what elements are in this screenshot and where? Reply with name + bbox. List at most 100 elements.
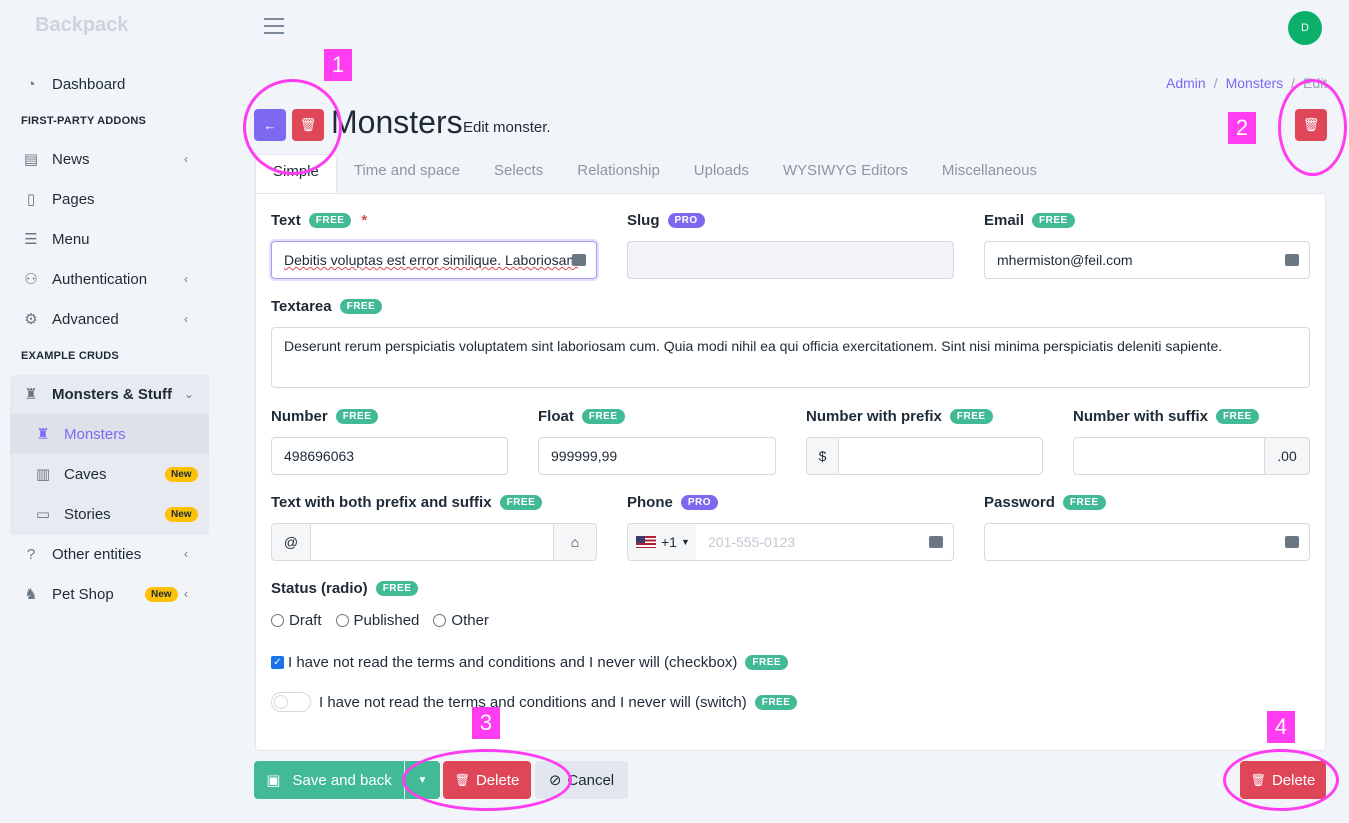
sidebar-item-label: Pages (52, 190, 95, 208)
both-label: Text with both prefix and suffix FREE (271, 494, 543, 511)
required-marker: * (361, 212, 368, 229)
annotation-number-1: 1 (324, 49, 352, 81)
page-title: Monsters (331, 104, 463, 140)
tab-relationship[interactable]: Relationship (560, 154, 677, 192)
keyboard-icon (929, 536, 943, 548)
sidebar-item-label: Other entities (52, 545, 142, 563)
chevron-left-icon: ‹ (184, 587, 188, 601)
pro-badge: PRO (667, 213, 705, 228)
tab-time-and-space[interactable]: Time and space (337, 154, 477, 192)
free-badge: FREE (375, 581, 419, 596)
breadcrumb-monsters[interactable]: Monsters (1226, 75, 1284, 91)
dashboard-icon: ◔ (26, 75, 36, 93)
sidebar-item-dashboard[interactable]: ◔ Dashboard (0, 64, 209, 104)
tab-wysiwyg-editors[interactable]: WYSIWYG Editors (766, 154, 925, 192)
sidebar-item-caves[interactable]: ▥ Caves New (0, 454, 209, 494)
sidebar-item-advanced[interactable]: ⚙ Advanced ‹ (0, 299, 209, 339)
chevron-left-icon: ‹ (184, 312, 188, 326)
status-radio-group: Draft Published Other (271, 612, 489, 629)
email-input[interactable]: mhermiston@feil.com (984, 241, 1310, 279)
slug-input[interactable] (627, 241, 954, 279)
sidebar-item-menu[interactable]: ☰ Menu (0, 219, 209, 259)
dog-icon: ♞ (24, 586, 38, 603)
building-icon: ▥ (35, 466, 51, 483)
new-badge: New (165, 466, 198, 482)
radio-published[interactable]: Published (335, 612, 419, 629)
page-subtitle: Edit monster. (463, 119, 551, 136)
number-input[interactable]: 498696063 (271, 437, 508, 475)
annotation-circle-3 (402, 749, 572, 811)
us-flag-icon (636, 536, 656, 548)
sidebar-item-monsters[interactable]: ♜ Monsters (10, 414, 209, 454)
sidebar-item-pet-shop[interactable]: ♞ Pet Shop New ‹ (0, 574, 209, 614)
hamburger-menu-icon[interactable] (264, 18, 284, 36)
breadcrumb-separator: / (1213, 75, 1218, 91)
number-prefix-input[interactable] (838, 437, 1043, 475)
suffix-addon: .00 (1264, 437, 1310, 475)
sidebar-item-label: Dashboard (52, 75, 126, 93)
sidebar-item-label: Stories (64, 505, 111, 523)
sidebar-item-news[interactable]: ▤ News ‹ (0, 139, 209, 179)
terms-switch-row: I have not read the terms and conditions… (271, 692, 798, 712)
chevron-left-icon: ‹ (184, 547, 188, 561)
free-badge: FREE (754, 694, 798, 710)
home-icon: ⌂ (553, 523, 597, 561)
sidebar-item-label: Monsters & Stuff (52, 385, 172, 403)
free-badge: FREE (1216, 409, 1259, 424)
free-badge: FREE (1032, 213, 1075, 228)
avatar[interactable]: D (1288, 11, 1322, 45)
tab-uploads[interactable]: Uploads (677, 154, 766, 192)
sidebar-item-label: News (52, 150, 90, 168)
tab-selects[interactable]: Selects (477, 154, 560, 192)
sidebar-item-label: Pet Shop (52, 585, 114, 603)
phone-input[interactable]: 201-555-0123 (696, 523, 954, 561)
terms-switch[interactable] (271, 692, 311, 712)
country-select[interactable]: +1 ▼ (627, 523, 697, 561)
number-label: Number FREE (271, 408, 379, 425)
number-suffix-label: Number with suffix FREE (1073, 408, 1259, 425)
users-icon: ⚇ (24, 271, 38, 288)
sidebar-item-authentication[interactable]: ⚇ Authentication ‹ (0, 259, 209, 299)
sidebar-item-label: Caves (64, 465, 107, 483)
keyboard-icon (572, 254, 586, 266)
password-input[interactable] (984, 523, 1310, 561)
file-icon: ▯ (26, 191, 36, 208)
annotation-number-3: 3 (472, 707, 500, 739)
keyboard-icon (1285, 536, 1299, 548)
float-label: Float FREE (538, 408, 625, 425)
free-badge: FREE (949, 409, 993, 424)
brand-logo[interactable]: Backpack (35, 14, 128, 37)
ghost-icon: ♜ (24, 386, 38, 403)
textarea-input[interactable]: Deserunt rerum perspiciatis voluptatem s… (271, 327, 1310, 388)
annotation-circle-2 (1278, 79, 1347, 176)
sidebar-heading-addons: FIRST-PARTY ADDONS (21, 115, 147, 127)
sidebar-item-other-entities[interactable]: ? Other entities ‹ (0, 534, 209, 574)
text-input[interactable]: Debitis voluptas est error similique. La… (271, 241, 597, 279)
breadcrumb-admin[interactable]: Admin (1166, 75, 1206, 91)
save-and-back-button[interactable]: ▣ Save and back (254, 761, 404, 799)
number-suffix-input[interactable] (1073, 437, 1265, 475)
list-icon: ☰ (24, 231, 38, 248)
tab-bar: Simple Time and space Selects Relationsh… (255, 154, 1054, 194)
terms-checkbox[interactable]: ✓ (271, 656, 284, 669)
both-input[interactable] (310, 523, 554, 561)
sidebar-item-stories[interactable]: ▭ Stories New (0, 494, 209, 534)
free-badge: FREE (1062, 495, 1106, 510)
sidebar-item-monsters-stuff[interactable]: ♜ Monsters & Stuff ⌄ (0, 374, 209, 414)
sidebar-item-pages[interactable]: ▯ Pages (0, 179, 209, 219)
tab-miscellaneous[interactable]: Miscellaneous (925, 154, 1054, 192)
status-label: Status (radio) FREE (271, 580, 419, 597)
text-label: Text FREE * (271, 212, 368, 229)
annotation-number-4: 4 (1267, 711, 1295, 743)
float-input[interactable]: 999999,99 (538, 437, 776, 475)
book-icon: ▭ (35, 506, 51, 523)
radio-draft[interactable]: Draft (271, 612, 322, 629)
checkbox-label: I have not read the terms and conditions… (288, 654, 738, 671)
radio-other[interactable]: Other (433, 612, 489, 629)
chevron-down-icon: ⌄ (184, 387, 195, 401)
free-badge: FREE (335, 409, 379, 424)
caret-down-icon: ▼ (680, 537, 690, 547)
email-label: Email FREE (984, 212, 1075, 229)
chevron-left-icon: ‹ (184, 152, 188, 166)
password-label: Password FREE (984, 494, 1106, 511)
